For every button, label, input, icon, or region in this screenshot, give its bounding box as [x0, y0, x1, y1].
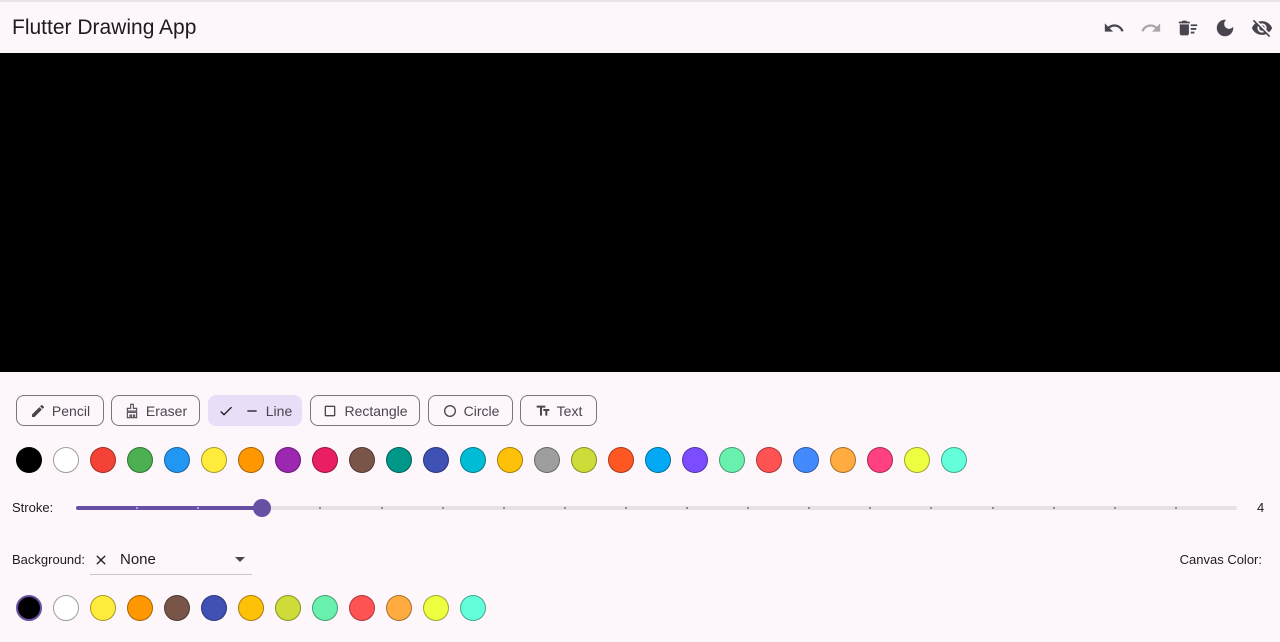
- line-icon: [244, 403, 260, 419]
- undo-button[interactable]: [1098, 12, 1130, 44]
- tool-text-button[interactable]: Text: [520, 395, 597, 426]
- tool-label: Text: [556, 402, 583, 419]
- stroke-value: 4: [1257, 500, 1265, 515]
- color-swatch[interactable]: [164, 447, 190, 473]
- color-swatch[interactable]: [423, 447, 449, 473]
- undo-icon: [1104, 23, 1124, 32]
- color-swatch[interactable]: [312, 447, 338, 473]
- color-swatch[interactable]: [238, 595, 264, 621]
- color-swatch[interactable]: [275, 447, 301, 473]
- chevron-down-icon: [235, 557, 245, 562]
- stroke-width-slider[interactable]: [76, 497, 1237, 519]
- background-label: Background:: [12, 552, 85, 567]
- color-swatch[interactable]: [164, 595, 190, 621]
- color-swatch[interactable]: [127, 595, 153, 621]
- slider-active-track: [76, 506, 262, 510]
- slider-tick: [624, 507, 627, 509]
- color-swatch[interactable]: [201, 595, 227, 621]
- redo-button[interactable]: [1135, 12, 1167, 44]
- color-swatch[interactable]: [386, 447, 412, 473]
- color-swatch[interactable]: [682, 447, 708, 473]
- slider-tick: [1113, 507, 1116, 509]
- eraser-icon: [124, 403, 140, 419]
- visibility-off-icon: [1251, 19, 1273, 38]
- circle-icon: [442, 403, 458, 419]
- slider-tick: [1174, 507, 1177, 509]
- pencil-icon: [30, 403, 46, 419]
- tool-eraser-button[interactable]: Eraser: [111, 395, 200, 426]
- tool-label: Line: [265, 402, 293, 419]
- color-swatch[interactable]: [793, 447, 819, 473]
- delete-sweep-icon: [1178, 20, 1198, 36]
- color-swatch[interactable]: [719, 447, 745, 473]
- color-swatch[interactable]: [534, 447, 560, 473]
- clear-button[interactable]: [1172, 12, 1204, 44]
- app-title: Flutter Drawing App: [12, 16, 197, 39]
- app-bar: Flutter Drawing App: [0, 0, 1280, 53]
- color-swatch[interactable]: [756, 447, 782, 473]
- text-fields-icon: [535, 403, 551, 419]
- color-swatch[interactable]: [90, 447, 116, 473]
- color-swatch[interactable]: [349, 447, 375, 473]
- slider-tick: [502, 507, 505, 509]
- slider-tick: [380, 507, 383, 509]
- visibility-toggle-button[interactable]: [1246, 12, 1278, 44]
- tool-circle-button[interactable]: Circle: [428, 395, 513, 426]
- background-pattern-dropdown[interactable]: None: [90, 545, 252, 575]
- color-swatch[interactable]: [608, 447, 634, 473]
- slider-tick: [441, 507, 444, 509]
- color-swatch[interactable]: [941, 447, 967, 473]
- dark-mode-icon: [1216, 19, 1234, 37]
- slider-tick: [1052, 507, 1055, 509]
- drawing-canvas[interactable]: [0, 53, 1280, 372]
- color-swatch[interactable]: [867, 447, 893, 473]
- tool-pencil-button[interactable]: Pencil: [16, 395, 104, 426]
- stroke-label: Stroke:: [12, 500, 54, 515]
- theme-toggle-button[interactable]: [1209, 12, 1241, 44]
- color-swatch[interactable]: [904, 447, 930, 473]
- tool-line-button[interactable]: Line: [208, 395, 302, 426]
- color-swatch[interactable]: [53, 595, 79, 621]
- color-swatch[interactable]: [460, 595, 486, 621]
- tool-label: Circle: [463, 402, 500, 419]
- color-swatch[interactable]: [349, 595, 375, 621]
- check-icon: [218, 403, 234, 419]
- slider-tick: [991, 507, 994, 509]
- color-swatch[interactable]: [645, 447, 671, 473]
- tool-rectangle-button[interactable]: Rectangle: [310, 395, 420, 426]
- slider-tick: [563, 507, 566, 509]
- slider-thumb[interactable]: [252, 499, 271, 517]
- color-swatch[interactable]: [16, 595, 42, 621]
- color-swatch[interactable]: [423, 595, 449, 621]
- color-swatch[interactable]: [312, 595, 338, 621]
- tool-label: Eraser: [145, 402, 188, 419]
- color-swatch[interactable]: [201, 447, 227, 473]
- color-swatch[interactable]: [497, 447, 523, 473]
- color-swatch[interactable]: [53, 447, 79, 473]
- color-swatch[interactable]: [830, 447, 856, 473]
- canvas-color-label: Canvas Color:: [1179, 552, 1262, 567]
- background-selected-value: None: [120, 551, 156, 568]
- color-swatch[interactable]: [127, 447, 153, 473]
- color-swatch[interactable]: [90, 595, 116, 621]
- color-swatch[interactable]: [571, 447, 597, 473]
- redo-icon: [1141, 23, 1161, 32]
- color-swatch[interactable]: [238, 447, 264, 473]
- color-swatch[interactable]: [460, 447, 486, 473]
- close-icon: [96, 555, 106, 565]
- color-swatch[interactable]: [275, 595, 301, 621]
- tool-label: Rectangle: [344, 402, 408, 419]
- drawing-app: Flutter Drawing App Pencil Eraser Line R…: [0, 0, 1280, 642]
- color-swatch[interactable]: [16, 447, 42, 473]
- tool-label: Pencil: [51, 402, 91, 419]
- color-swatch[interactable]: [386, 595, 412, 621]
- square-icon: [322, 403, 338, 419]
